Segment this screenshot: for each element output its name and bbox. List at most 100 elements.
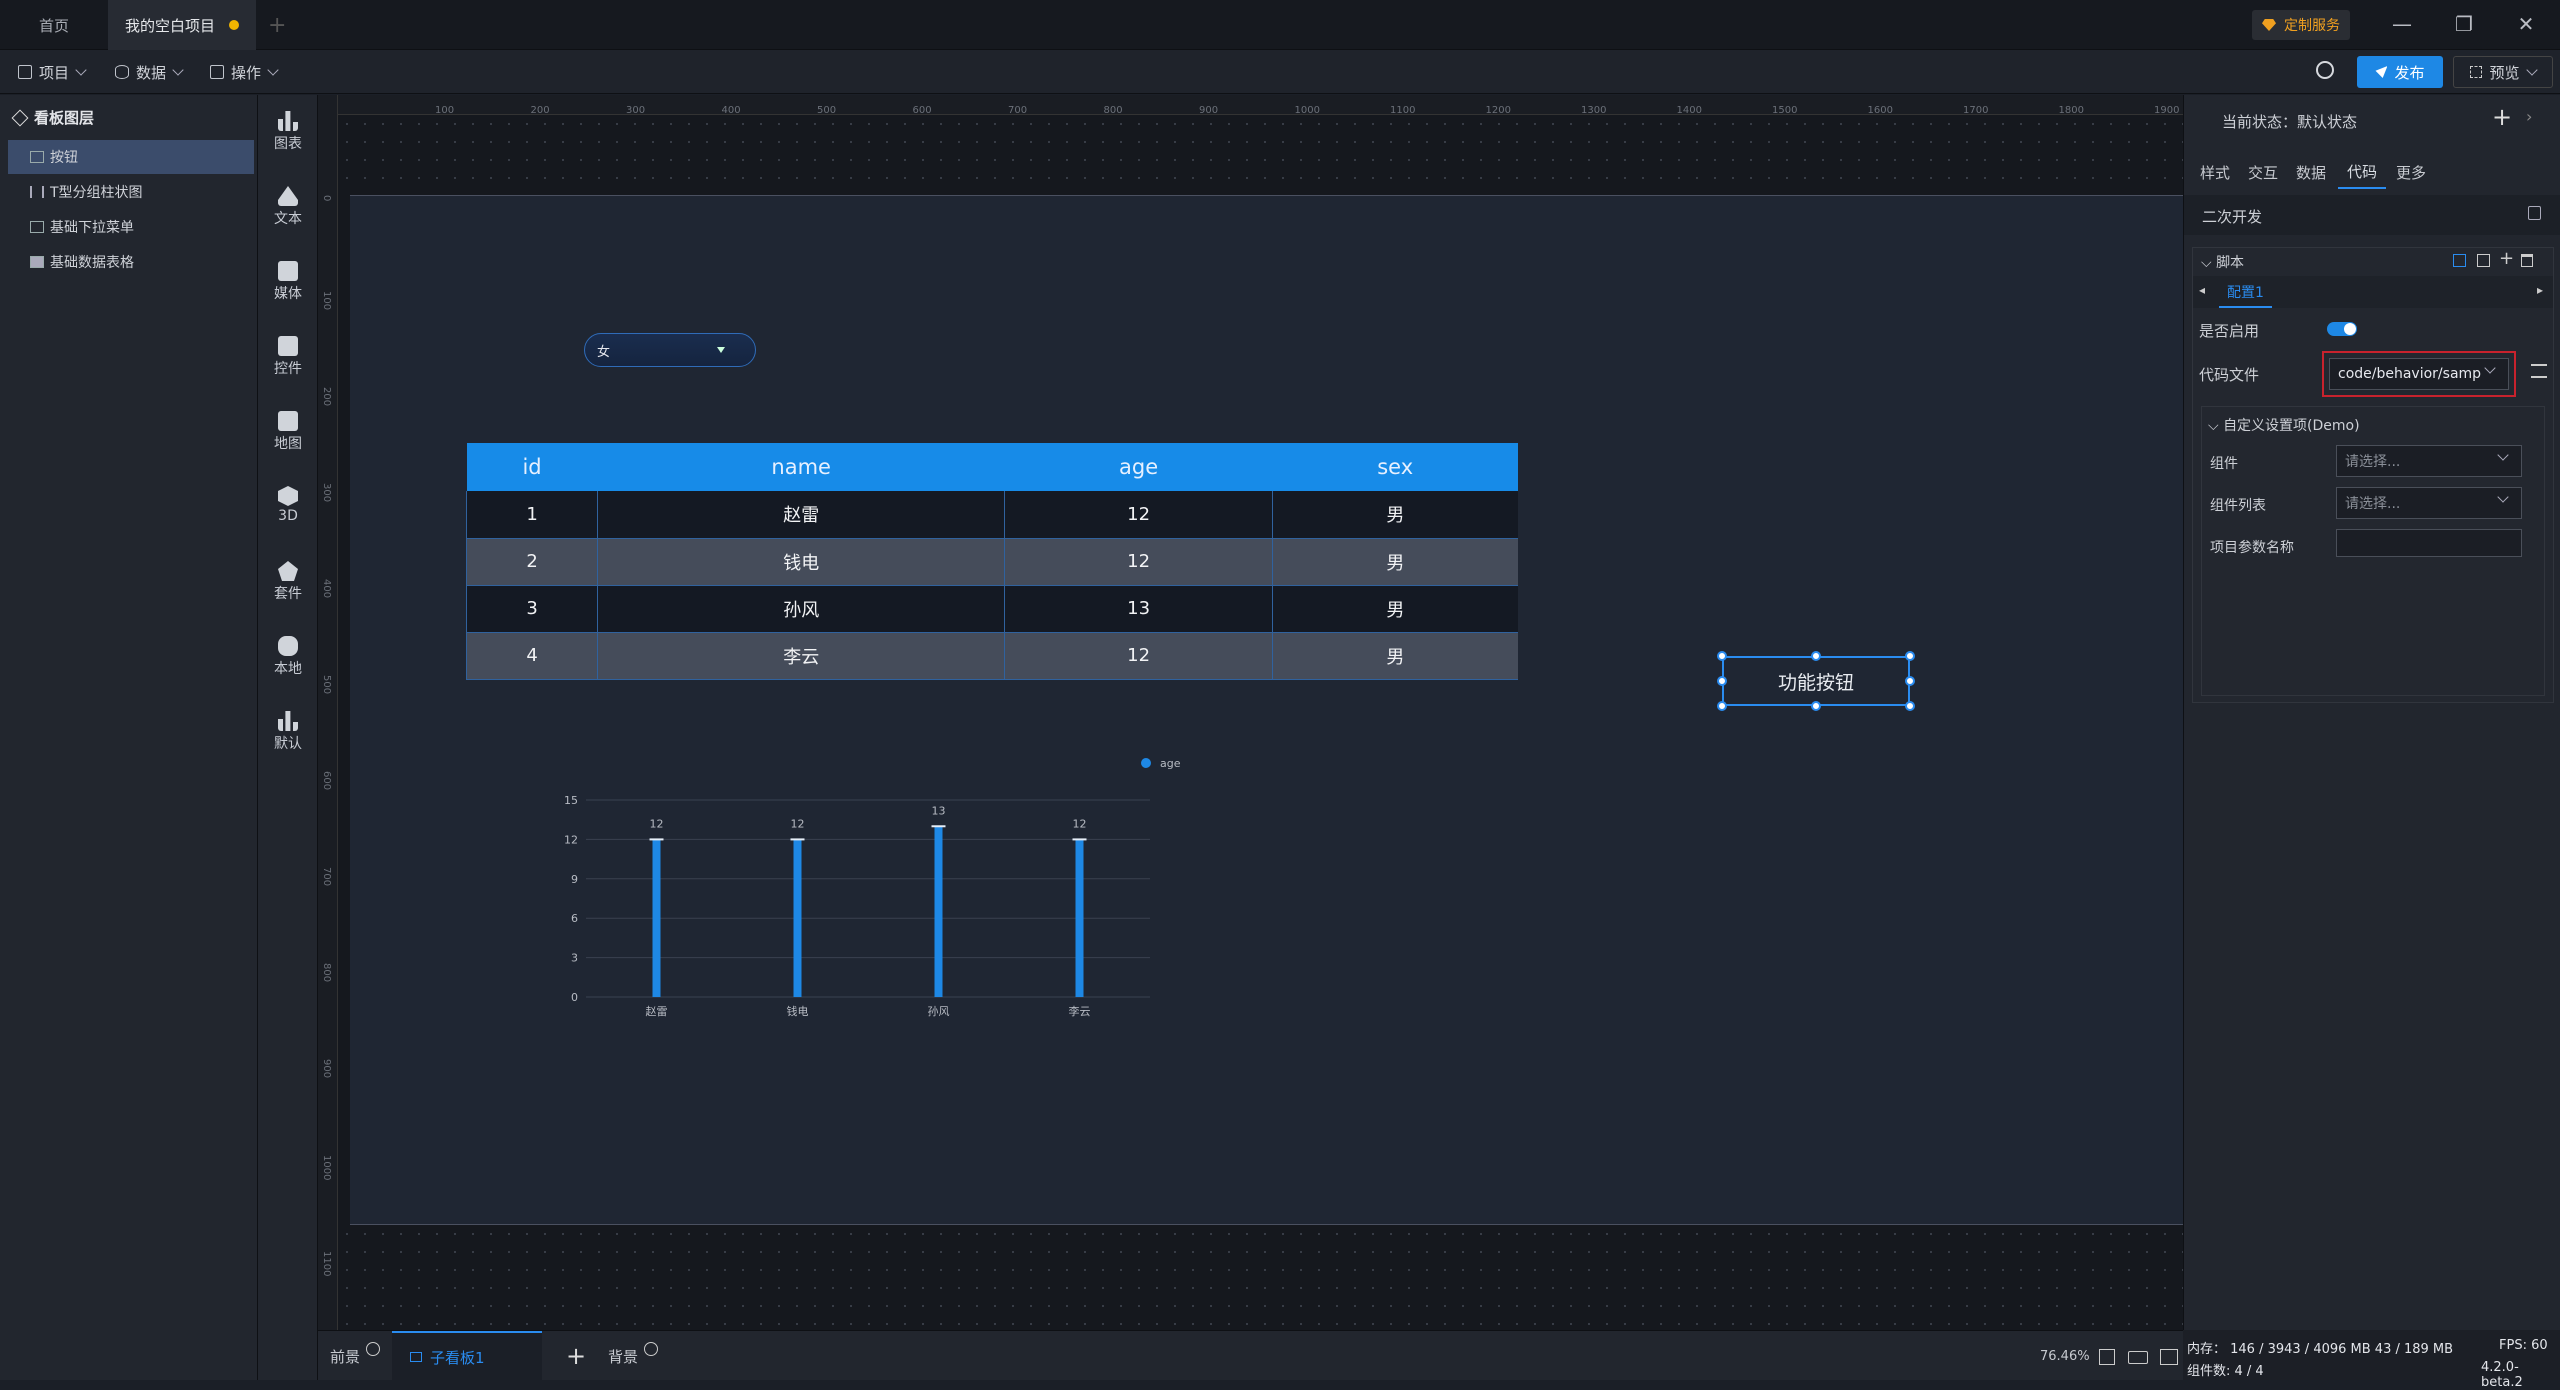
code-file-select[interactable]: code/behavior/samp: [2322, 351, 2516, 397]
add-board-icon[interactable]: +: [566, 1331, 586, 1381]
resize-handle[interactable]: [1717, 676, 1727, 686]
component-media[interactable]: 媒体: [258, 255, 318, 315]
data-table[interactable]: id name age sex 1 赵雷 12 男 2 钱电 12 男 3 孙风…: [465, 443, 1518, 680]
minimize-icon[interactable]: —: [2382, 8, 2422, 40]
restore-icon[interactable]: ❐: [2444, 8, 2484, 40]
component-3d[interactable]: 3D: [258, 480, 318, 540]
component-text[interactable]: 文本: [258, 180, 318, 240]
custom-settings-title[interactable]: ⌵ 自定义设置项(Demo): [2208, 415, 2360, 435]
resize-handle[interactable]: [1905, 676, 1915, 686]
sex-dropdown[interactable]: 女: [584, 333, 756, 367]
component-control[interactable]: 控件: [258, 330, 318, 390]
config-tab-1[interactable]: 配置1: [2219, 282, 2272, 308]
layout-icon[interactable]: [2453, 254, 2466, 267]
data-menu[interactable]: 数据: [115, 60, 184, 84]
canvas-dot-grid: [338, 115, 2183, 195]
table-row[interactable]: 4 李云 12 男: [465, 632, 1518, 680]
publish-label: 发布: [2394, 63, 2425, 82]
background-tab[interactable]: 背景: [608, 1331, 659, 1381]
preview-button[interactable]: 预览: [2453, 56, 2553, 88]
add-state-icon[interactable]: +: [2492, 103, 2512, 131]
tab-interaction[interactable]: 交互: [2242, 155, 2284, 189]
enabled-toggle[interactable]: [2327, 322, 2357, 336]
lock-icon[interactable]: [2528, 206, 2541, 220]
table-header-cell[interactable]: age: [1004, 443, 1273, 491]
tab-home[interactable]: 首页: [0, 0, 108, 50]
chevron-right-icon[interactable]: ›: [2526, 107, 2532, 126]
board-tabs-bar: 前景 子看板1 + 背景 76.46%: [318, 1330, 2183, 1381]
close-icon[interactable]: ✕: [2506, 8, 2546, 40]
copy-icon[interactable]: [2477, 254, 2490, 267]
component-map[interactable]: 地图: [258, 405, 318, 465]
resize-handle[interactable]: [1717, 651, 1727, 661]
component-label: 媒体: [274, 286, 302, 302]
component-chart[interactable]: 图表: [258, 105, 318, 165]
component-select[interactable]: 请选择...: [2336, 445, 2522, 477]
publish-button[interactable]: 发布: [2357, 56, 2443, 88]
layer-item-label: T型分组柱状图: [50, 185, 143, 201]
component-list-select[interactable]: 请选择...: [2336, 487, 2522, 519]
vertical-ruler: 0 100 200 300 400 500 600 700 800 900 1000 1100: [318, 95, 338, 1330]
bar-chart[interactable]: 0 3 6 9 12 15 age 12 赵雷 12 钱电 13 孙风 12 李云: [550, 750, 1190, 1030]
secondary-dev-section: 二次开发: [2184, 195, 2560, 235]
operate-menu[interactable]: 操作: [210, 60, 279, 84]
script-title-text: 脚本: [2216, 255, 2245, 271]
ruler-tick-label: 400: [721, 105, 741, 116]
resize-handle[interactable]: [1905, 651, 1915, 661]
canvas-area[interactable]: 100 200 300 400 500 600 700 800 900 1000 1100 1200 1…: [318, 95, 2183, 1330]
table-row[interactable]: 3 孙风 13 男: [465, 585, 1518, 633]
foreground-tab[interactable]: 前景: [330, 1331, 381, 1381]
layer-item-button[interactable]: 按钮: [8, 140, 254, 174]
component-kit[interactable]: 套件: [258, 555, 318, 615]
component-default[interactable]: 默认: [258, 705, 318, 765]
add-circle-icon[interactable]: [644, 1342, 659, 1356]
table-row[interactable]: 2 钱电 12 男: [465, 538, 1518, 586]
table-header-cell[interactable]: id: [466, 443, 598, 491]
database-icon: [115, 65, 129, 79]
tab-more[interactable]: 更多: [2390, 155, 2432, 189]
resize-handle[interactable]: [1717, 701, 1727, 711]
search-icon[interactable]: [2316, 61, 2334, 79]
new-tab-plus-icon[interactable]: +: [268, 13, 286, 38]
table-header-cell[interactable]: name: [597, 443, 1005, 491]
custom-service-label: 定制服务: [2284, 18, 2340, 34]
tab-style[interactable]: 样式: [2194, 155, 2236, 189]
table-row[interactable]: 1 赵雷 12 男: [465, 491, 1518, 539]
subboard-tab[interactable]: 子看板1: [392, 1331, 542, 1381]
keyboard-icon[interactable]: [2128, 1351, 2148, 1364]
grid-icon: [210, 65, 224, 79]
chart-icon: [278, 111, 298, 131]
table-cell: 男: [1271, 538, 1518, 586]
component-local[interactable]: 本地: [258, 630, 318, 690]
ruler-tick-label: 1600: [1867, 105, 1893, 116]
tab-code[interactable]: 代码: [2338, 155, 2386, 189]
resize-handle[interactable]: [1905, 701, 1915, 711]
settings-sliders-icon[interactable]: [2531, 364, 2547, 378]
fit-screen-icon[interactable]: [2099, 1349, 2115, 1365]
dropdown-arrow-icon: [717, 347, 725, 353]
caret-left-icon[interactable]: ◂: [2199, 283, 2205, 297]
script-header[interactable]: ⌵ 脚本 +: [2193, 248, 2553, 272]
ruler-tick-label: 600: [321, 771, 332, 791]
component-label: 套件: [274, 586, 302, 602]
tab-project[interactable]: 我的空白项目: [108, 0, 256, 50]
custom-service-button[interactable]: 定制服务: [2252, 10, 2350, 40]
puzzle-icon: [278, 636, 298, 656]
function-button[interactable]: 功能按钮: [1722, 656, 1910, 706]
add-circle-icon[interactable]: [366, 1342, 381, 1356]
zoom-level[interactable]: 76.46%: [2040, 1331, 2090, 1381]
resize-handle[interactable]: [1811, 701, 1821, 711]
add-script-icon[interactable]: +: [2499, 248, 2514, 269]
layer-item-dropdown[interactable]: 基础下拉菜单: [8, 210, 254, 244]
tab-data[interactable]: 数据: [2290, 155, 2332, 189]
resize-handle[interactable]: [1811, 651, 1821, 661]
table-header-cell[interactable]: sex: [1272, 443, 1518, 491]
project-menu[interactable]: 项目: [18, 60, 87, 84]
trash-icon[interactable]: [2521, 254, 2533, 267]
layer-item-table[interactable]: 基础数据表格: [8, 245, 254, 279]
param-name-input[interactable]: [2336, 529, 2522, 557]
layer-item-bar-chart[interactable]: T型分组柱状图: [8, 175, 254, 209]
caret-right-icon[interactable]: ▸: [2537, 283, 2543, 297]
terminal-icon[interactable]: [2160, 1349, 2178, 1365]
data-label: 13: [932, 804, 946, 817]
